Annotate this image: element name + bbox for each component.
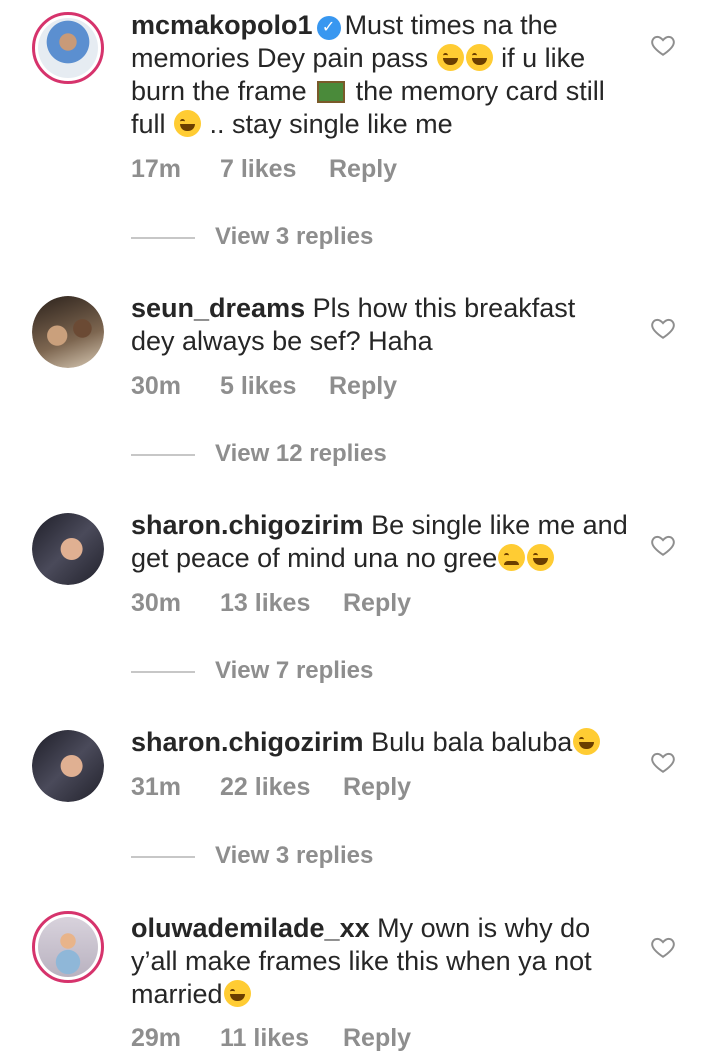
reply-button[interactable]: Reply	[329, 155, 397, 184]
laughing-emoji-icon	[465, 44, 493, 71]
avatar[interactable]	[32, 911, 104, 983]
likes-count[interactable]: 5 likes	[220, 372, 296, 401]
reply-button[interactable]: Reply	[343, 1024, 411, 1053]
comment-time: 29m	[131, 1024, 182, 1052]
divider	[131, 237, 195, 239]
heart-icon[interactable]	[650, 532, 676, 558]
avatar[interactable]	[32, 513, 104, 585]
comment-text: sharon.chigozirim Bulu bala baluba	[131, 726, 631, 759]
comment-username[interactable]: mcmakopolo1	[131, 10, 313, 40]
laughing-emoji-icon	[174, 110, 202, 137]
avatar[interactable]	[32, 12, 104, 84]
laughing-emoji-icon	[527, 544, 555, 571]
comment-time: 30m	[131, 589, 182, 617]
likes-count[interactable]: 11 likes	[220, 1024, 309, 1053]
framed-picture-emoji-icon	[317, 81, 346, 103]
avatar[interactable]	[32, 296, 104, 368]
divider	[131, 671, 195, 673]
likes-count[interactable]: 22 likes	[220, 773, 310, 802]
heart-icon[interactable]	[650, 934, 676, 960]
comment-time: 30m	[131, 372, 182, 400]
comment-username[interactable]: seun_dreams	[131, 293, 305, 323]
verified-badge-icon: ✓	[316, 16, 341, 40]
likes-count[interactable]: 13 likes	[220, 589, 310, 618]
view-replies-button[interactable]: View 3 replies	[131, 842, 531, 872]
reply-button[interactable]: Reply	[343, 589, 411, 618]
comment-text: seun_dreams Pls how this breakfast dey a…	[131, 293, 576, 356]
comment-time: 17m	[131, 155, 182, 183]
avatar[interactable]	[32, 730, 104, 802]
reply-button[interactable]: Reply	[343, 773, 411, 802]
comment-time: 31m	[131, 773, 182, 801]
heart-icon[interactable]	[650, 32, 676, 58]
comment-username[interactable]: sharon.chigozirim	[131, 727, 364, 757]
view-replies-button[interactable]: View 7 replies	[131, 657, 531, 687]
comment-text: sharon.chigozirim Be single like me and …	[131, 510, 628, 573]
view-replies-button[interactable]: View 12 replies	[131, 440, 531, 470]
divider	[131, 856, 195, 858]
comment-username[interactable]: sharon.chigozirim	[131, 510, 364, 540]
view-replies-button[interactable]: View 3 replies	[131, 223, 531, 253]
crying-emoji-icon	[498, 544, 526, 571]
comment-text: mcmakopolo1 ✓ Must times na the memories D…	[131, 10, 605, 139]
comment-username[interactable]: oluwademilade_xx	[131, 913, 370, 943]
heart-icon[interactable]	[650, 315, 676, 341]
laughing-emoji-icon	[573, 728, 601, 755]
laughing-emoji-icon	[436, 44, 464, 71]
comment-text: oluwademilade_xx My own is why do y’all …	[131, 913, 592, 1009]
heart-icon[interactable]	[650, 749, 676, 775]
likes-count[interactable]: 7 likes	[220, 155, 296, 184]
reply-button[interactable]: Reply	[329, 372, 397, 401]
laughing-emoji-icon	[223, 980, 251, 1007]
divider	[131, 454, 195, 456]
